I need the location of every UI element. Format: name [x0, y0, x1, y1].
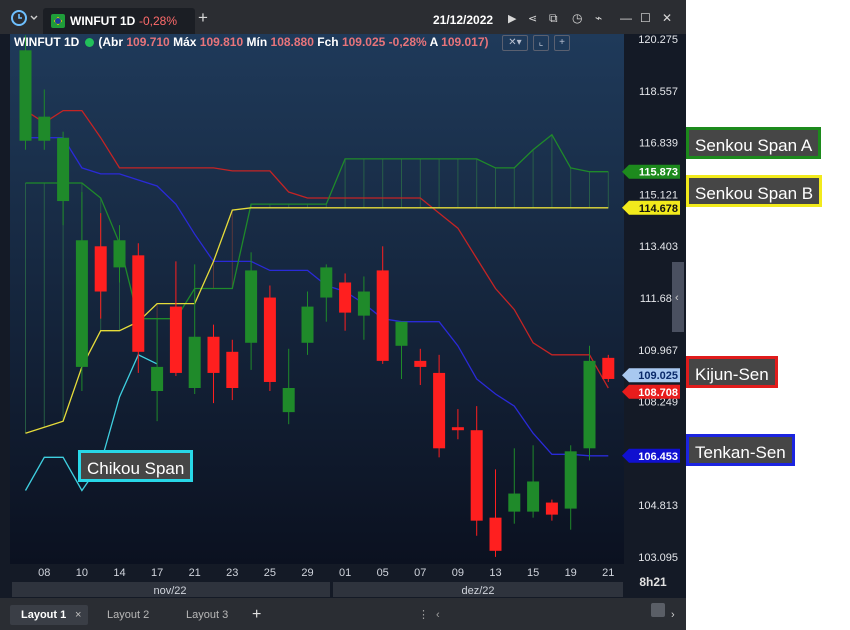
price-marker-label: 108.708	[638, 387, 678, 399]
candle-body[interactable]	[357, 291, 370, 316]
y-tick-label: 118.557	[639, 86, 678, 98]
info-min-label: Mín	[246, 35, 268, 49]
tab-layout-1-label: Layout 1	[21, 609, 67, 621]
candle-body[interactable]	[376, 270, 389, 361]
collapse-chevron-icon[interactable]: ‹	[675, 292, 679, 304]
x-tick-label: 23	[226, 567, 238, 579]
info-symbol: WINFUT 1D	[14, 35, 80, 49]
x-tick-label: 21	[602, 567, 614, 579]
tab-layout-3[interactable]: Layout 3	[186, 605, 228, 625]
candle-body[interactable]	[489, 517, 502, 551]
scroll-left-icon[interactable]: ‹	[436, 605, 440, 625]
candle-body[interactable]	[470, 430, 483, 521]
y-tick-label: 116.839	[639, 138, 678, 150]
candle-body[interactable]	[508, 493, 521, 512]
add-layout-button[interactable]: +	[252, 605, 261, 625]
x-tick-label: 17	[151, 567, 163, 579]
candle-body[interactable]	[527, 481, 540, 512]
tab-layout-2[interactable]: Layout 2	[107, 605, 149, 625]
senkou-b-annotation: Senkou Span B	[686, 175, 823, 207]
candle-body[interactable]	[188, 336, 201, 389]
candle-body[interactable]	[75, 240, 88, 367]
x-tick-label: 13	[489, 567, 501, 579]
info-abr-label: (Abr	[98, 35, 123, 49]
candle-body[interactable]	[226, 351, 239, 389]
x-tick-label: 21	[189, 567, 201, 579]
candle-body[interactable]	[245, 270, 258, 343]
x-tick-label: 15	[527, 567, 539, 579]
x-tick-label: 10	[76, 567, 88, 579]
info-min-value: 108.880	[270, 35, 314, 49]
time-label: 8h21	[639, 575, 667, 589]
candle-body[interactable]	[113, 240, 126, 268]
layout-bar: Layout 1 × Layout 2 Layout 3 + ⋮ ‹ ›	[0, 598, 686, 630]
x-tick-label: 07	[414, 567, 426, 579]
x-tick-label: 19	[565, 567, 577, 579]
candle-body[interactable]	[433, 372, 446, 449]
y-tick-label: 104.813	[638, 500, 678, 512]
month-label-dez: dez/22	[461, 585, 494, 597]
close-tab-icon[interactable]: ×	[75, 605, 81, 625]
tenkan-annotation: Tenkan-Sen	[686, 434, 795, 466]
x-tick-label: 25	[264, 567, 276, 579]
candle-body[interactable]	[132, 255, 145, 352]
layout-thumb[interactable]	[651, 603, 665, 617]
live-status-icon	[85, 38, 95, 47]
candle-body[interactable]	[339, 282, 352, 313]
chart-window: WINFUT 1D -0,28% + 21/12/2022 ▶ ⋖ ⧉ ◷ ⌁ …	[0, 0, 686, 630]
info-a-label: A	[429, 35, 438, 49]
chart-style-button[interactable]: ⌞	[533, 35, 549, 51]
price-marker-label: 115.873	[639, 167, 678, 179]
month-label-nov: nov/22	[153, 585, 186, 597]
candle-body[interactable]	[19, 50, 32, 141]
candle-body[interactable]	[564, 451, 577, 509]
x-tick-label: 05	[377, 567, 389, 579]
ohlc-info-line: WINFUT 1D (Abr 109.710 Máx 109.810 Mín 10…	[14, 35, 489, 49]
senkou-a-annotation: Senkou Span A	[686, 127, 822, 159]
candle-body[interactable]	[602, 357, 615, 379]
y-tick-label: 120.275	[638, 34, 678, 46]
x-tick-label: 08	[38, 567, 50, 579]
y-tick-label: 109.967	[638, 345, 678, 357]
info-close-value: 109.025 -0,28%	[341, 35, 427, 49]
info-close-label: Fch	[317, 35, 339, 49]
candle-body[interactable]	[320, 267, 333, 298]
candle-body[interactable]	[151, 366, 164, 392]
info-a-value: 109.017)	[441, 35, 489, 49]
candle-body[interactable]	[301, 306, 314, 343]
candle-body[interactable]	[395, 321, 408, 346]
y-tick-label: 113.403	[639, 241, 678, 253]
y-tick-label: 103.095	[638, 552, 678, 564]
info-abr-value: 109.710	[126, 35, 170, 49]
tab-layout-1[interactable]: Layout 1 ×	[10, 605, 88, 625]
y-tick-label: 115.121	[639, 189, 678, 201]
draw-tools-button[interactable]: ✕▾	[502, 35, 528, 51]
candle-body[interactable]	[169, 306, 182, 373]
x-tick-label: 14	[113, 567, 125, 579]
x-tick-label: 29	[301, 567, 313, 579]
candle-body[interactable]	[545, 502, 558, 515]
x-tick-label: 09	[452, 567, 464, 579]
info-max-value: 109.810	[199, 35, 244, 49]
price-marker-label: 109.025	[638, 370, 678, 382]
candle-body[interactable]	[583, 360, 596, 449]
ichimoku-chart[interactable]: 08 10 14 17 21 23 25 29 01 05 07 09 13 15 19 21 120.275…	[0, 0, 686, 598]
candle-body[interactable]	[414, 360, 427, 367]
info-max-label: Máx	[173, 35, 197, 49]
candle-body[interactable]	[282, 388, 295, 413]
candle-body[interactable]	[57, 137, 70, 202]
scroll-right-icon[interactable]: ›	[671, 605, 675, 625]
candle-body[interactable]	[94, 246, 107, 292]
candle-body[interactable]	[451, 427, 464, 431]
price-marker-label: 106.453	[638, 451, 678, 463]
price-marker-label: 114.678	[639, 203, 678, 215]
x-tick-label: 01	[339, 567, 351, 579]
kijun-annotation: Kijun-Sen	[686, 356, 778, 388]
candle-body[interactable]	[207, 336, 220, 373]
chikou-annotation: Chikou Span	[78, 450, 194, 482]
candle-body[interactable]	[38, 116, 51, 141]
candle-body[interactable]	[263, 297, 276, 382]
add-indicator-button[interactable]: +	[554, 35, 570, 51]
more-options-icon[interactable]: ⋮	[418, 605, 429, 625]
